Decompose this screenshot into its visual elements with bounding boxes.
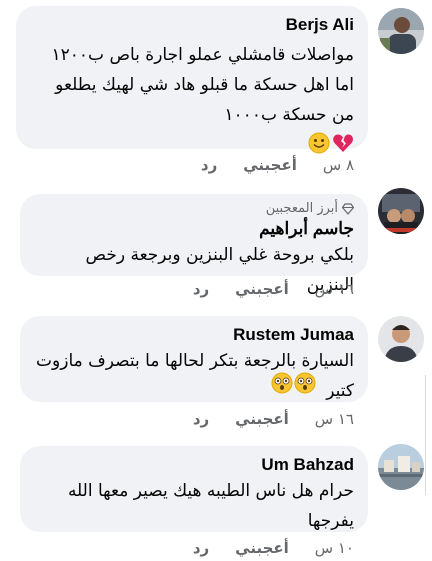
avatar[interactable]: [378, 444, 424, 490]
comment-text: مواصلات قامشلي عملو اجارة باص ب١٢٠٠ اما …: [51, 45, 355, 125]
dizzy-face-icon: [271, 372, 293, 394]
emoji-row: [30, 132, 354, 154]
smiley-face-icon: [308, 132, 330, 154]
like-button[interactable]: أعجبني: [235, 539, 289, 557]
reply-button[interactable]: رد: [193, 410, 209, 428]
comment-bubble: Berjs Ali مواصلات قامشلي عملو اجارة باص …: [16, 6, 368, 154]
reply-button[interactable]: رد: [193, 539, 209, 557]
commenter-name[interactable]: Rustem Jumaa: [34, 324, 354, 346]
reply-button[interactable]: رد: [201, 156, 217, 174]
commenter-name[interactable]: Um Bahzad: [34, 454, 354, 476]
timestamp[interactable]: ١٦ س: [315, 410, 354, 428]
comment-actions: ٨ س أعجبني رد: [201, 156, 354, 174]
comment-text: حرام هل ناس الطيبه هيك يصير معها الله يف…: [67, 481, 354, 531]
scroll-edge: [425, 375, 432, 495]
like-button[interactable]: أعجبني: [243, 156, 297, 174]
comment-actions: ١٦ س أعجبني رد: [193, 410, 354, 428]
avatar[interactable]: [378, 316, 424, 362]
commenter-name[interactable]: جاسم أبراهيم: [34, 218, 354, 240]
dizzy-face-icon: [294, 372, 316, 394]
commenter-name[interactable]: Berjs Ali: [30, 14, 354, 36]
comment-actions: ١٠ س أعجبني رد: [193, 539, 354, 557]
emoji-row: [271, 372, 316, 394]
reply-button[interactable]: رد: [193, 280, 209, 298]
top-fan-badge: أبرز المعجبين: [34, 200, 354, 218]
like-button[interactable]: أعجبني: [235, 280, 289, 298]
comment-actions: ١٦ س أعجبني رد: [193, 280, 354, 298]
timestamp[interactable]: ١٦ س: [315, 280, 354, 298]
comment-bubble: أبرز المعجبين جاسم أبراهيم بلكي بروحة غل…: [20, 194, 368, 295]
avatar[interactable]: [378, 188, 424, 234]
like-button[interactable]: أعجبني: [235, 410, 289, 428]
timestamp[interactable]: ١٠ س: [315, 539, 354, 557]
comment-bubble: Um Bahzad حرام هل ناس الطيبه هيك يصير مع…: [20, 446, 368, 532]
timestamp[interactable]: ٨ س: [323, 156, 354, 174]
diamond-icon: [342, 203, 354, 215]
avatar[interactable]: [378, 8, 424, 54]
broken-heart-icon: [333, 134, 353, 152]
badge-label: أبرز المعجبين: [265, 201, 338, 216]
